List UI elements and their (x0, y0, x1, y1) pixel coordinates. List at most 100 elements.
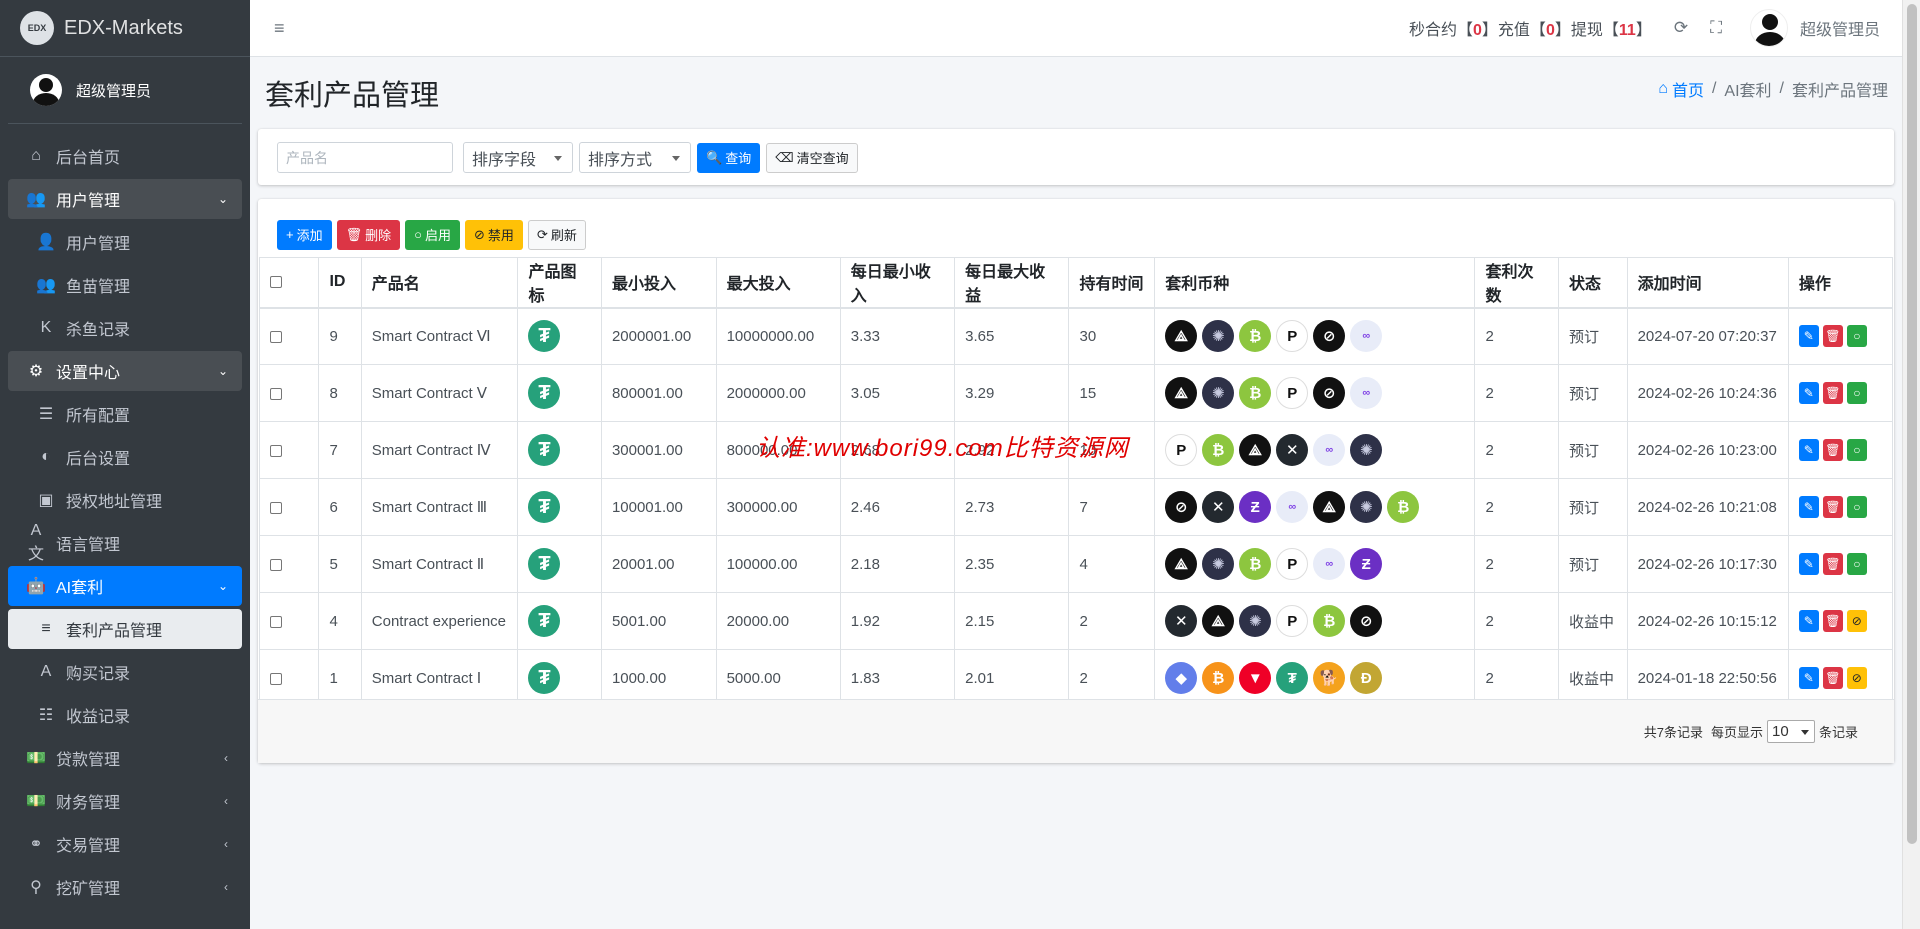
cell-status: 预订 (1557, 535, 1628, 593)
select-all-checkbox[interactable] (270, 276, 282, 289)
scrollbar-thumb[interactable] (1907, 4, 1917, 844)
cell-product-icon: ₮ (517, 649, 602, 707)
sidebar-subitem-fish[interactable]: 👥 鱼苗管理 (8, 265, 242, 305)
enable-row-button[interactable]: ○ (1846, 553, 1867, 575)
home-icon[interactable]: ⌂ (1658, 80, 1668, 98)
sidebar-subitem-admin-settings[interactable]: ◐ 后台设置 (8, 437, 242, 477)
enable-row-button[interactable]: ○ (1846, 325, 1867, 348)
brand[interactable]: EDX EDX-Markets (0, 0, 250, 57)
sidebar-item-settings[interactable]: ⚙ 设置中心 ⌄ (8, 351, 242, 391)
delete-row-button[interactable]: 🗑 (1822, 667, 1843, 689)
sidebar-item-label: 设置中心 (56, 365, 121, 382)
per-page-select[interactable]: 10 (1766, 720, 1815, 743)
sort-field-select[interactable]: 排序字段 (463, 142, 573, 173)
edit-button[interactable]: ✎ (1798, 667, 1819, 689)
sidebar-subitem-arbitrage-products[interactable]: ≡ 套利产品管理 (8, 609, 242, 649)
table-row[interactable]: 1 Smart Contract Ⅰ ₮ 1000.00 5000.00 1.83 2.01… (258, 649, 1894, 707)
delete-row-button[interactable]: 🗑 (1822, 325, 1843, 348)
clear-query-button[interactable]: ⌫ 清空查询 (766, 142, 858, 173)
header-avatar[interactable] (1749, 9, 1788, 47)
column-header[interactable]: 产品图标 (517, 257, 602, 309)
sidebar-item-ai-arbitrage[interactable]: 🤖 AI套利 ⌄ (8, 566, 242, 606)
enable-row-button[interactable]: ○ (1846, 496, 1867, 518)
chevron-left-icon: ‹ (224, 751, 228, 765)
refresh-icon[interactable]: ⟳ (1674, 18, 1688, 38)
sidebar-item-language[interactable]: A文 语言管理 (8, 522, 242, 563)
sidebar-user-panel[interactable]: 超级管理员 (8, 57, 242, 124)
row-checkbox[interactable] (270, 558, 282, 571)
header-user-name[interactable]: 超级管理员 (1800, 16, 1880, 40)
column-header[interactable]: ID (318, 257, 362, 309)
sidebar-subitem-income-records[interactable]: ☷ 收益记录 (8, 695, 242, 735)
enable-row-button[interactable]: ○ (1846, 382, 1867, 404)
cell-hold-time: 15 (1068, 364, 1156, 422)
refresh-button[interactable]: ⟳ 刷新 (527, 219, 586, 250)
sidebar-subitem-users[interactable]: 👤 用户管理 (8, 222, 242, 262)
sidebar-item-home[interactable]: ⌂ 后台首页 (8, 136, 242, 176)
disable-row-button[interactable]: ⊘ (1846, 610, 1867, 632)
stat-withdraw[interactable]: 提现【11】 (1571, 16, 1652, 40)
row-checkbox[interactable] (270, 444, 282, 457)
table-row[interactable]: 6 Smart Contract Ⅲ ₮ 100001.00 300000.00 2.46… (258, 478, 1894, 536)
edit-button[interactable]: ✎ (1798, 496, 1819, 518)
product-name-input[interactable]: 产品名 (277, 142, 453, 173)
table-row[interactable]: 4 Contract experience ₮ 5001.00 20000.00 1.92… (258, 592, 1894, 650)
sidebar-item-loans[interactable]: 💵 贷款管理 ‹ (8, 738, 242, 778)
cogs-icon: ⚙ (28, 363, 44, 380)
query-button[interactable]: 🔍 查询 (697, 142, 761, 173)
column-header[interactable]: 套利币种 (1154, 257, 1476, 309)
column-header[interactable]: 最大投入 (715, 257, 841, 309)
sidebar-subitem-kill-records[interactable]: K 杀鱼记录 (8, 308, 242, 348)
row-checkbox[interactable] (270, 330, 282, 343)
table-row[interactable]: 8 Smart Contract Ⅴ ₮ 800001.00 2000000.00 3.0… (258, 364, 1894, 422)
column-header[interactable]: 产品名 (360, 257, 519, 309)
delete-row-button[interactable]: 🗑 (1822, 382, 1843, 404)
sidebar-subitem-purchase-records[interactable]: A 购买记录 (8, 652, 242, 692)
enable-row-button[interactable]: ○ (1846, 439, 1867, 461)
edit-button[interactable]: ✎ (1798, 439, 1819, 461)
stat-recharge[interactable]: 充值【0】 (1498, 16, 1571, 40)
delete-row-button[interactable]: 🗑 (1822, 439, 1843, 461)
coin-usdt-icon: ₮ (1276, 662, 1309, 694)
add-button[interactable]: + 添加 (277, 219, 332, 250)
refresh-icon: ⟳ (536, 226, 548, 242)
sort-order-select[interactable]: 排序方式 (579, 142, 691, 173)
edit-button[interactable]: ✎ (1798, 382, 1819, 404)
disable-button[interactable]: ⊘ 禁用 (465, 219, 523, 250)
hamburger-menu-icon[interactable]: ≡ (274, 18, 285, 39)
row-checkbox[interactable] (270, 672, 282, 685)
sidebar-item-trade[interactable]: ⚭ 交易管理 ‹ (8, 824, 242, 864)
row-checkbox[interactable] (270, 615, 282, 628)
edit-button[interactable]: ✎ (1798, 325, 1819, 348)
row-checkbox[interactable] (270, 501, 282, 514)
column-header[interactable]: 持有时间 (1068, 257, 1156, 309)
column-header[interactable]: 最小投入 (600, 257, 717, 309)
edit-button[interactable]: ✎ (1798, 610, 1819, 632)
caret-down-icon (554, 156, 562, 161)
sidebar-subitem-all-config[interactable]: ☰ 所有配置 (8, 394, 242, 434)
sidebar-item-finance[interactable]: 💵 财务管理 ‹ (8, 781, 242, 821)
delete-row-button[interactable]: 🗑 (1822, 610, 1843, 632)
page-scrollbar[interactable] (1902, 0, 1920, 929)
stat-second-contract[interactable]: 秒合约【0】 (1409, 16, 1498, 40)
column-header[interactable]: 状态 (1557, 257, 1628, 309)
edit-button[interactable]: ✎ (1798, 553, 1819, 575)
delete-row-button[interactable]: 🗑 (1822, 553, 1843, 575)
disable-row-button[interactable]: ⊘ (1846, 667, 1867, 689)
enable-button[interactable]: ○ 启用 (405, 219, 461, 250)
sidebar-subitem-auth-address[interactable]: ▣ 授权地址管理 (8, 480, 242, 520)
delete-button[interactable]: 🗑 删除 (336, 219, 401, 250)
column-header[interactable]: 操作 (1787, 257, 1894, 309)
table-row[interactable]: 5 Smart Contract Ⅱ ₮ 20001.00 100000.00 2.18 2… (258, 535, 1894, 593)
fullscreen-icon[interactable]: ⛶ (1710, 18, 1722, 38)
breadcrumb-home[interactable]: 首页 (1672, 77, 1704, 101)
delete-row-button[interactable]: 🗑 (1822, 496, 1843, 518)
sidebar-item-user-mgmt[interactable]: 👥 用户管理 ⌄ (8, 179, 242, 219)
column-header[interactable]: 套利次数 (1474, 257, 1559, 309)
sidebar-item-mining[interactable]: ⚲ 挖矿管理 ‹ (8, 867, 242, 907)
column-header[interactable]: 每日最大收益 (954, 257, 1070, 309)
column-header[interactable]: 每日最小收入 (839, 257, 956, 309)
table-row[interactable]: 9 Smart Contract Ⅵ ₮ 2000001.00 10000000.00 3… (258, 307, 1894, 365)
column-header[interactable]: 添加时间 (1626, 257, 1789, 309)
row-checkbox[interactable] (270, 387, 282, 400)
